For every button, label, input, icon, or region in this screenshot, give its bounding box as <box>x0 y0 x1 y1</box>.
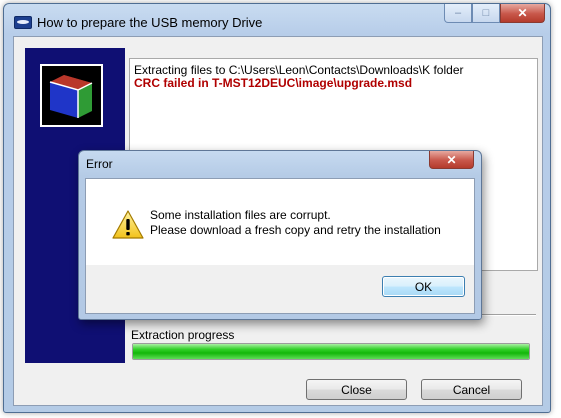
warning-icon <box>112 210 144 239</box>
error-message-line: Please download a fresh copy and retry t… <box>150 223 441 237</box>
window-close-button[interactable]: ✕ <box>500 4 545 23</box>
error-dialog-close-button[interactable]: ✕ <box>429 151 474 169</box>
progress-fill <box>133 344 529 359</box>
extraction-progress-bar <box>132 343 530 360</box>
close-button[interactable]: Close <box>306 379 407 400</box>
installer-logo <box>40 64 103 127</box>
progress-label: Extraction progress <box>131 328 235 342</box>
log-line: Extracting files to C:\Users\Leon\Contac… <box>134 63 464 77</box>
maximize-button[interactable]: □ <box>472 4 500 23</box>
log-error-line: CRC failed in T-MST12DEUC\image\upgrade.… <box>134 76 413 90</box>
caption-buttons: – □ ✕ <box>444 4 545 24</box>
cube-icon <box>49 75 93 118</box>
error-message-line: Some installation files are corrupt. <box>150 208 331 222</box>
minimize-button[interactable]: – <box>444 4 472 23</box>
app-icon <box>14 16 32 29</box>
window-title: How to prepare the USB memory Drive <box>37 15 263 30</box>
error-dialog-client: Some installation files are corrupt. Ple… <box>85 178 475 314</box>
ok-button[interactable]: OK <box>382 276 465 297</box>
error-dialog: Error ✕ Some installation files are corr… <box>78 150 482 320</box>
error-dialog-title: Error <box>86 157 113 171</box>
error-message-area: Some installation files are corrupt. Ple… <box>86 179 474 265</box>
cancel-button[interactable]: Cancel <box>421 379 522 400</box>
